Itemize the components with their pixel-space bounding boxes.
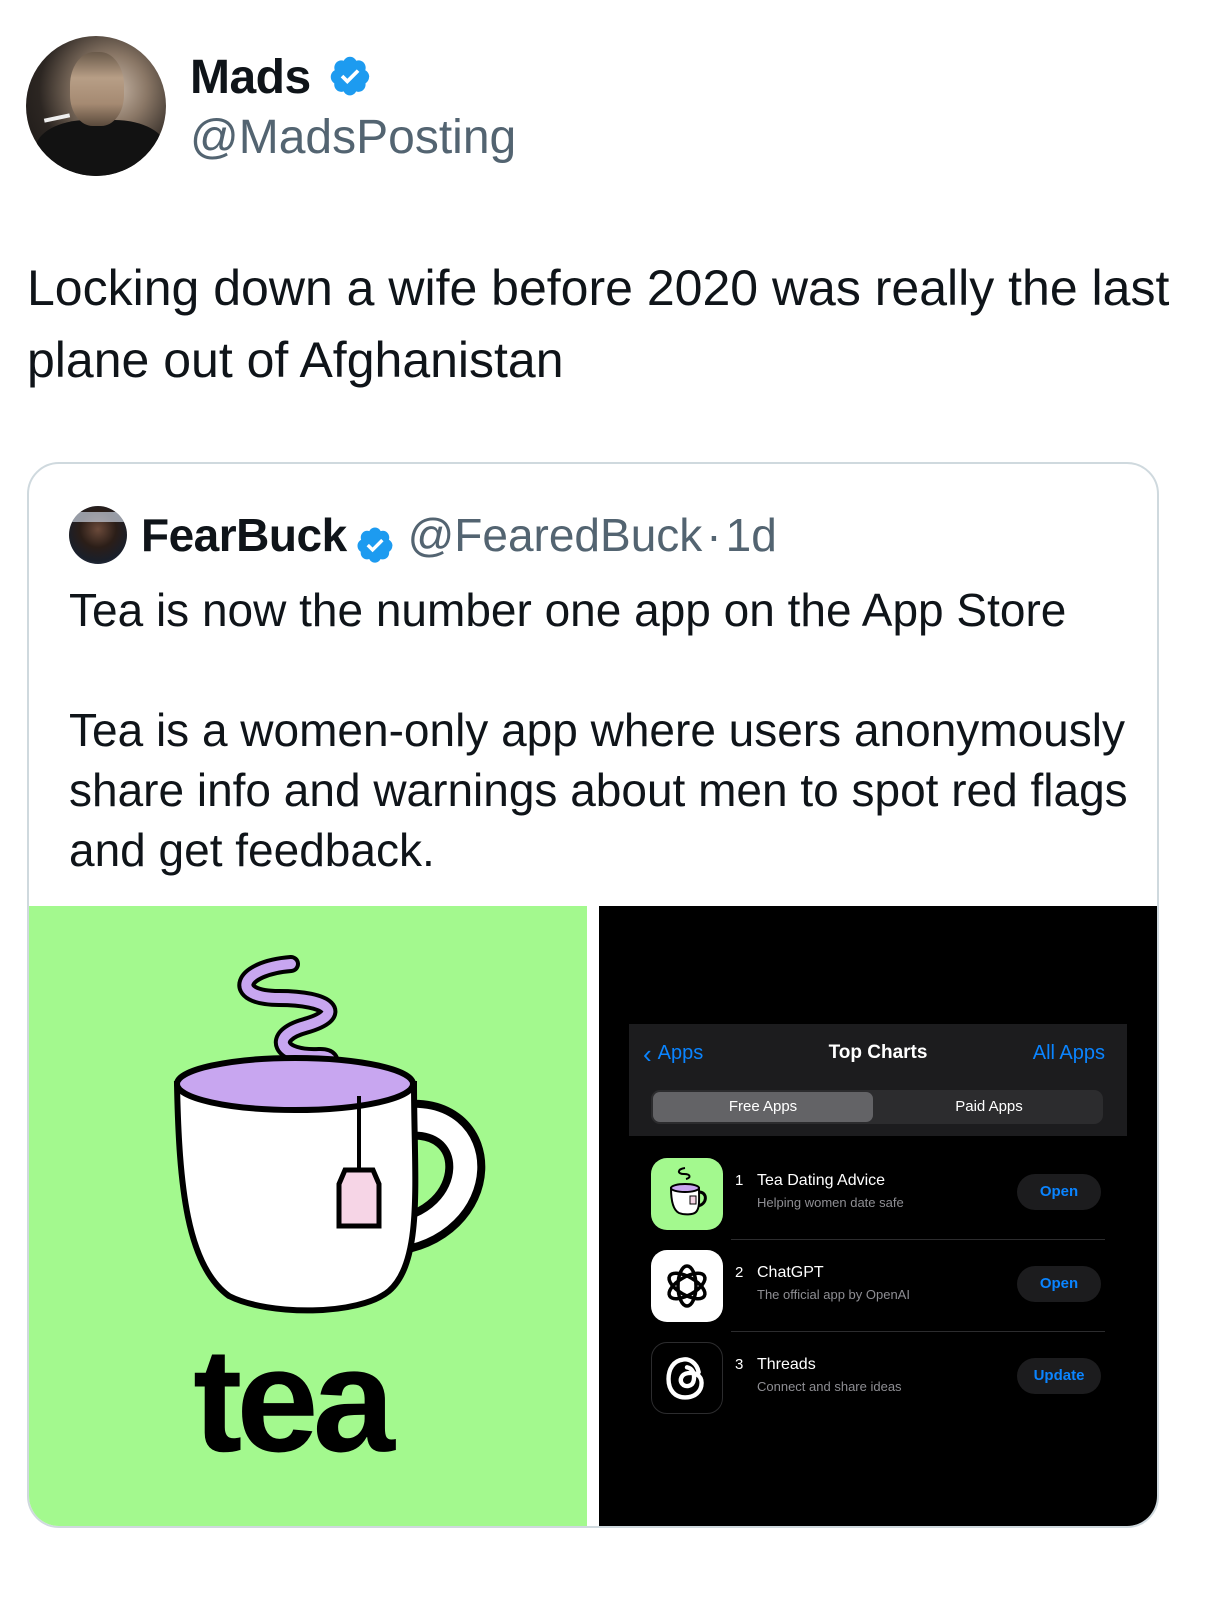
tweet-text: Locking down a wife before 2020 was real…	[27, 260, 1170, 388]
app-name: ChatGPT	[757, 1264, 824, 1281]
all-apps-button[interactable]: All Apps	[1033, 1042, 1105, 1065]
app-rank: 2	[735, 1264, 744, 1281]
app-subtitle: The official app by OpenAI	[757, 1287, 910, 1302]
app-rank: 3	[735, 1356, 744, 1373]
app-subtitle: Connect and share ideas	[757, 1379, 902, 1394]
quoted-tweet-time: 1d	[725, 509, 777, 561]
quoted-tweet-card[interactable]: FearBuck @FearedBuck·1d Tea is now the n…	[27, 462, 1159, 1528]
author-avatar[interactable]	[26, 36, 166, 176]
app-row[interactable]: 2 ChatGPT The official app by OpenAI Ope…	[651, 1250, 1107, 1334]
app-store-screenshot[interactable]: ‹ Apps Top Charts All Apps Free Apps Pai…	[599, 906, 1157, 1526]
open-button[interactable]: Open	[1017, 1174, 1101, 1210]
author-display-name[interactable]: Mads	[190, 48, 372, 108]
app-name: Threads	[757, 1356, 816, 1373]
author-name-text: Mads	[190, 51, 311, 104]
verified-badge-icon	[330, 57, 369, 96]
app-subtitle: Helping women date safe	[757, 1195, 904, 1210]
dot-separator: ·	[706, 509, 722, 561]
quoted-tweet-header: FearBuck @FearedBuck·1d	[141, 504, 777, 566]
tea-logo-image[interactable]: tea	[29, 906, 587, 1526]
top-charts-nav-bar: ‹ Apps Top Charts All Apps Free Apps Pai…	[629, 1024, 1127, 1136]
quoted-author-name: FearBuck	[141, 509, 347, 561]
app-rank: 1	[735, 1172, 744, 1189]
quoted-author-handle: @FearedBuck	[407, 509, 703, 561]
open-button[interactable]: Open	[1017, 1266, 1101, 1302]
media-separator	[587, 906, 599, 1526]
quoted-author-avatar	[69, 506, 127, 564]
app-row[interactable]: 1 Tea Dating Advice Helping women date s…	[651, 1158, 1107, 1242]
tea-cup-icon	[651, 1158, 723, 1230]
segment-free-apps[interactable]: Free Apps	[651, 1090, 875, 1124]
app-row[interactable]: 3 Threads Connect and share ideas Update	[651, 1342, 1107, 1426]
segment-paid-apps[interactable]: Paid Apps	[877, 1090, 1101, 1124]
tea-logo-text: tea	[193, 1318, 395, 1483]
row-divider	[731, 1239, 1105, 1240]
threads-icon	[651, 1342, 723, 1414]
verified-badge-icon	[357, 527, 393, 563]
author-handle[interactable]: @MadsPosting	[190, 108, 516, 168]
app-name: Tea Dating Advice	[757, 1172, 886, 1189]
tea-cup-icon	[173, 955, 486, 1314]
segmented-control: Free Apps Paid Apps	[651, 1090, 1103, 1124]
update-button[interactable]: Update	[1017, 1358, 1101, 1394]
row-divider	[731, 1331, 1105, 1332]
quoted-tweet-text: Tea is now the number one app on the App…	[69, 584, 1128, 876]
openai-icon	[651, 1250, 723, 1322]
